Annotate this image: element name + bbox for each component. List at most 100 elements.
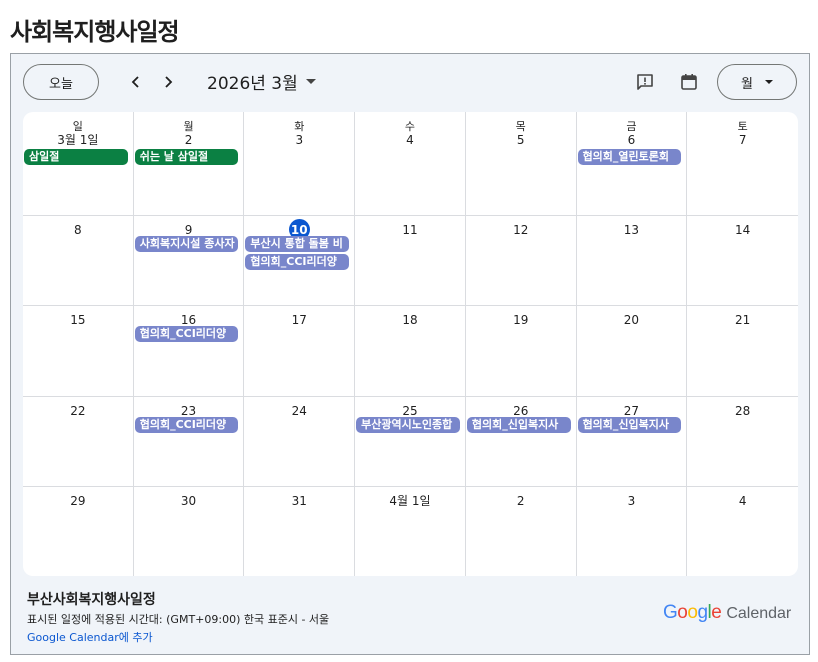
day-cell[interactable]: 토7: [687, 112, 798, 216]
day-number[interactable]: 18: [355, 312, 465, 328]
day-cell[interactable]: 15: [23, 306, 134, 397]
prev-month-button[interactable]: [121, 67, 151, 97]
day-cell[interactable]: 4: [687, 487, 798, 576]
day-cell[interactable]: 13: [576, 216, 688, 306]
chevron-left-icon: [131, 76, 139, 88]
day-number[interactable]: 20: [577, 312, 687, 328]
day-cell[interactable]: 24: [244, 397, 356, 487]
day-cell[interactable]: 10 부산시 통합 돌봄 비 협의회_CCI리더양: [244, 216, 356, 306]
day-cell[interactable]: 17: [244, 306, 356, 397]
day-number[interactable]: 7: [687, 132, 798, 148]
day-number[interactable]: 21: [687, 312, 798, 328]
weekday-header: 토: [737, 120, 748, 133]
view-selector[interactable]: 월: [717, 64, 797, 100]
day-cell[interactable]: 12: [465, 216, 577, 306]
event-list: 협의회_신입복지사: [466, 417, 576, 435]
day-number[interactable]: 19: [466, 312, 576, 328]
day-cell[interactable]: 19: [465, 306, 577, 397]
event-chip[interactable]: 협의회_신입복지사: [577, 417, 682, 433]
event-chip[interactable]: 협의회_CCI리더양: [134, 326, 239, 342]
day-cell[interactable]: 금 6 협의회_열린토론회: [576, 112, 688, 216]
day-number[interactable]: 3: [244, 132, 354, 148]
day-cell[interactable]: 20: [576, 306, 688, 397]
weekday-header: 월: [183, 120, 194, 133]
event-list: 협의회_CCI리더양: [134, 417, 244, 435]
page-title: 사회복지행사일정: [10, 18, 180, 46]
next-month-button[interactable]: [153, 67, 183, 97]
day-number[interactable]: 24: [244, 403, 354, 419]
day-number[interactable]: 2: [466, 493, 576, 509]
day-number[interactable]: 12: [466, 222, 576, 238]
day-cell[interactable]: 28: [687, 397, 798, 487]
event-chip[interactable]: 협의회_CCI리더양: [134, 417, 239, 433]
day-number[interactable]: 28: [687, 403, 798, 419]
google-calendar-logo[interactable]: Google Calendar: [663, 602, 791, 624]
caret-down-icon: [764, 80, 773, 84]
event-list: 사회복지시설 종사자: [134, 236, 244, 254]
day-cell[interactable]: 4월 1일: [355, 487, 466, 576]
calendar-toolbar: 오늘 2026년 3월 월: [11, 54, 809, 112]
day-cell[interactable]: 수4: [355, 112, 466, 216]
day-number[interactable]: 29: [23, 493, 133, 509]
day-number[interactable]: 14: [687, 222, 798, 238]
day-cell[interactable]: 14: [687, 216, 798, 306]
calendar-embed: 오늘 2026년 3월 월 일 3월 1일 삼일절 월 2 쉬는 날 삼일절 화…: [10, 53, 810, 655]
day-cell[interactable]: 31: [244, 487, 356, 576]
day-cell[interactable]: 18: [355, 306, 466, 397]
day-cell[interactable]: 27 협의회_신입복지사: [576, 397, 688, 487]
day-number[interactable]: 17: [244, 312, 354, 328]
day-cell[interactable]: 23 협의회_CCI리더양: [133, 397, 245, 487]
calendar-view-button[interactable]: [675, 68, 703, 96]
day-number[interactable]: 3: [577, 493, 687, 509]
day-cell[interactable]: 29: [23, 487, 134, 576]
event-chip[interactable]: 부산광역시노인종합: [356, 417, 460, 433]
day-cell[interactable]: 11: [355, 216, 466, 306]
day-cell[interactable]: 2: [466, 487, 577, 576]
event-chip[interactable]: 협의회_CCI리더양: [245, 254, 350, 270]
day-cell[interactable]: 30: [134, 487, 245, 576]
calendar-icon: [681, 74, 697, 90]
day-cell[interactable]: 화3: [244, 112, 356, 216]
event-list: 삼일절: [23, 149, 133, 167]
day-cell[interactable]: 21: [687, 306, 798, 397]
day-number[interactable]: 30: [134, 493, 244, 509]
day-number[interactable]: 13: [577, 222, 687, 238]
event-chip[interactable]: 쉬는 날 삼일절: [134, 149, 239, 165]
day-number[interactable]: 3월 1일: [23, 132, 133, 148]
day-number[interactable]: 11: [355, 222, 465, 238]
month-label: 2026년 3월: [207, 74, 298, 94]
day-cell[interactable]: 목5: [465, 112, 577, 216]
event-chip[interactable]: 부산시 통합 돌봄 비: [245, 236, 350, 252]
calendar-wordmark: Calendar: [726, 605, 792, 622]
day-cell[interactable]: 16 협의회_CCI리더양: [133, 306, 245, 397]
day-number[interactable]: 2: [134, 132, 244, 148]
day-cell[interactable]: 22: [23, 397, 134, 487]
timezone-text: 표시된 일정에 적용된 시간대: (GMT+09:00) 한국 표준시 - 서울: [27, 613, 330, 626]
today-button[interactable]: 오늘: [23, 64, 99, 100]
weekday-header: 목: [515, 120, 526, 133]
add-to-google-calendar-link[interactable]: Google Calendar에 추가: [27, 629, 153, 645]
day-number[interactable]: 5: [466, 132, 576, 148]
event-chip[interactable]: 사회복지시설 종사자: [134, 236, 239, 252]
day-number[interactable]: 22: [23, 403, 133, 419]
day-cell[interactable]: 월 2 쉬는 날 삼일절: [133, 112, 245, 216]
day-number[interactable]: 15: [23, 312, 133, 328]
day-cell[interactable]: 3: [577, 487, 688, 576]
event-chip[interactable]: 협의회_열린토론회: [577, 149, 682, 165]
day-number[interactable]: 6: [577, 132, 687, 148]
day-number[interactable]: 4: [355, 132, 465, 148]
day-cell[interactable]: 8: [23, 216, 134, 306]
day-cell[interactable]: 25 부산광역시노인종합: [355, 397, 466, 487]
day-number[interactable]: 4월 1일: [355, 493, 465, 509]
event-chip[interactable]: 삼일절: [24, 149, 128, 165]
event-chip[interactable]: 협의회_신입복지사: [466, 417, 571, 433]
day-cell[interactable]: 9 사회복지시설 종사자: [133, 216, 245, 306]
month-picker[interactable]: 2026년 3월: [207, 69, 316, 94]
google-wordmark: Google: [663, 602, 722, 623]
feedback-button[interactable]: [631, 68, 659, 96]
day-number[interactable]: 8: [23, 222, 133, 238]
day-cell[interactable]: 일 3월 1일 삼일절: [23, 112, 134, 216]
day-cell[interactable]: 26 협의회_신입복지사: [465, 397, 577, 487]
day-number[interactable]: 31: [244, 493, 354, 509]
day-number[interactable]: 4: [687, 493, 798, 509]
